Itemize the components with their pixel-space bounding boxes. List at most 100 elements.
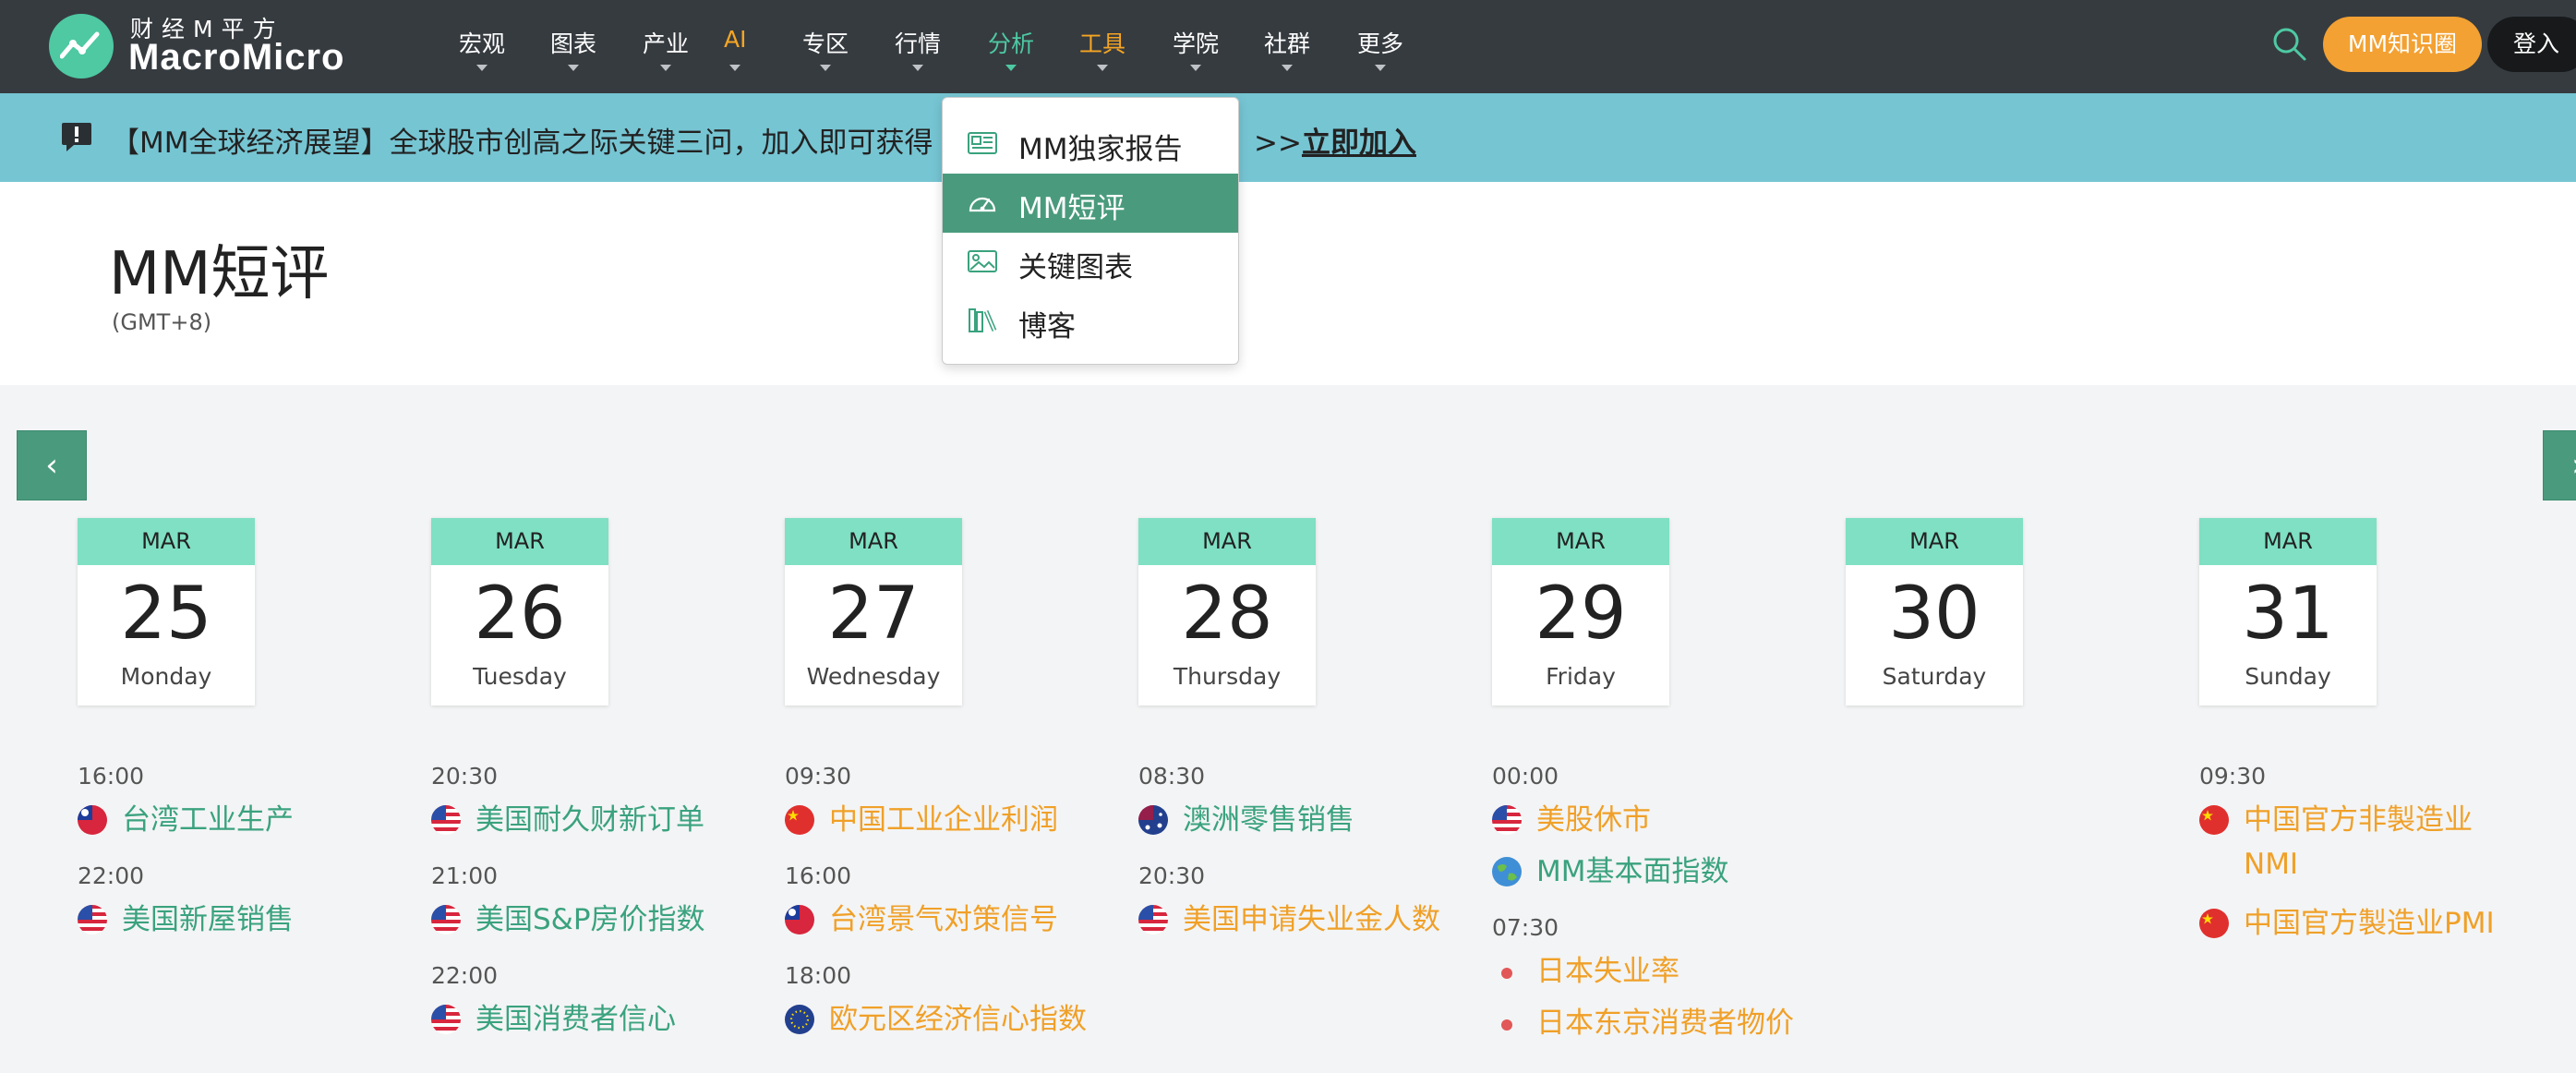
event-time: 22:00	[78, 862, 145, 889]
nav-item-10[interactable]: 更多	[1357, 26, 1404, 71]
caret-down-icon	[820, 65, 831, 71]
date-card[interactable]: MAR 25 Monday	[78, 518, 255, 705]
date-card[interactable]: MAR 26 Tuesday	[431, 518, 608, 705]
analysis-dropdown-menu: MM独家报告 MM短评 关键图表 博客	[942, 97, 1239, 365]
caret-down-icon	[1005, 65, 1017, 71]
nav-item-3[interactable]: AI	[724, 26, 747, 71]
event-name: 美国消费者信心	[475, 1003, 676, 1036]
date-month: MAR	[78, 518, 255, 565]
dropdown-item-3[interactable]: 博客	[943, 292, 1238, 351]
us-flag-icon	[431, 905, 461, 934]
nav-item-7[interactable]: 工具	[1079, 26, 1125, 71]
date-month: MAR	[785, 518, 962, 565]
nav-item-5[interactable]: 行情	[895, 26, 941, 71]
event-name: 中国官方製造业PMI	[2244, 907, 2495, 940]
globe-flag-icon	[1492, 857, 1522, 886]
login-button[interactable]: 登入	[2487, 17, 2576, 72]
prev-week-button[interactable]: ‹	[17, 430, 87, 500]
macromicro-logo[interactable]: 财经M平方 MacroMicro	[49, 9, 363, 83]
newspaper-icon	[967, 129, 998, 159]
event-name: 中国官方非製造业 NMI	[2244, 803, 2473, 881]
nav-label: 宏观	[459, 30, 506, 57]
event-name: 欧元区经济信心指数	[829, 1003, 1087, 1036]
date-day: 31	[2242, 573, 2334, 656]
page-header: MM短评 (GMT+8)	[0, 182, 2576, 385]
date-day: 29	[1535, 573, 1627, 656]
date-card[interactable]: MAR 30 Saturday	[1846, 518, 2023, 705]
alert-message-icon	[62, 123, 91, 151]
us-flag-icon	[1138, 905, 1168, 934]
nav-label: 更多	[1357, 30, 1404, 57]
date-card[interactable]: MAR 28 Thursday	[1138, 518, 1316, 705]
caret-down-icon	[568, 65, 579, 71]
dropdown-item-1[interactable]: MM短评	[943, 174, 1238, 233]
japan-dot-icon	[1501, 968, 1512, 979]
dropdown-item-0[interactable]: MM独家报告	[943, 115, 1238, 174]
mm-knowledge-button[interactable]: MM知识圈	[2323, 17, 2482, 72]
date-day: 27	[827, 573, 920, 656]
event-time: 09:30	[2199, 763, 2267, 790]
date-card[interactable]: MAR 31 Sunday	[2199, 518, 2377, 705]
nav-item-1[interactable]: 图表	[550, 26, 597, 71]
page-title: MM短评	[109, 240, 330, 308]
date-card[interactable]: MAR 29 Friday	[1492, 518, 1669, 705]
event-name: 美国申请失业金人数	[1183, 903, 1440, 936]
logo-en-text: MacroMicro	[128, 37, 345, 78]
gauge-icon	[967, 188, 998, 218]
date-weekday: Wednesday	[806, 663, 941, 690]
date-day: 30	[1888, 573, 1980, 656]
nav-label: 图表	[550, 30, 597, 57]
cn-flag-icon	[2199, 909, 2229, 938]
date-weekday: Thursday	[1173, 663, 1282, 690]
dropdown-item-label: MM独家报告	[1018, 133, 1183, 166]
us-flag-icon	[1492, 805, 1522, 835]
date-month: MAR	[1492, 518, 1669, 565]
event-name: 台湾工业生产	[122, 803, 294, 837]
event-time: 18:00	[785, 962, 852, 989]
nav-item-0[interactable]: 宏观	[459, 26, 506, 71]
date-month: MAR	[431, 518, 608, 565]
search-icon[interactable]	[2271, 26, 2308, 63]
event-time: 09:30	[785, 763, 852, 790]
nav-label: 产业	[643, 30, 690, 57]
caret-down-icon	[476, 65, 488, 71]
date-month: MAR	[2199, 518, 2377, 565]
date-weekday: Friday	[1546, 663, 1616, 690]
date-card[interactable]: MAR 27 Wednesday	[785, 518, 962, 705]
timezone-label: (GMT+8)	[112, 309, 212, 335]
event-time: 20:30	[431, 763, 499, 790]
nav-item-8[interactable]: 学院	[1173, 26, 1219, 71]
logo-chart-icon	[49, 14, 114, 78]
date-day: 28	[1181, 573, 1273, 656]
event-name: MM基本面指数	[1536, 855, 1729, 888]
event-name: 美国新屋销售	[122, 903, 294, 936]
caret-down-icon	[660, 65, 671, 71]
event-time: 08:30	[1138, 763, 1206, 790]
nav-label: 分析	[988, 30, 1035, 57]
nav-label: AI	[724, 26, 747, 53]
event-name: 澳洲零售销售	[1183, 803, 1354, 837]
banner-join-link[interactable]: >>立即加入	[1254, 119, 1416, 161]
us-flag-icon	[78, 905, 107, 934]
date-weekday: Monday	[120, 663, 212, 690]
link-prefix: >>	[1254, 127, 1302, 160]
caret-down-icon	[912, 65, 923, 71]
cn-flag-icon	[785, 805, 814, 835]
nav-item-2[interactable]: 产业	[643, 26, 690, 71]
nav-item-4[interactable]: 专区	[802, 26, 849, 71]
banner-text: 【MM全球经济展望】全球股市创高之际关键三问，加入即可获得	[111, 127, 933, 160]
nav-item-6[interactable]: 分析	[988, 26, 1035, 71]
cn-flag-icon	[2199, 805, 2229, 835]
top-navbar: 财经M平方 MacroMicro 宏观 图表 产业 AI 专区 行情 分析 工具 学院 社群 更多 …	[0, 0, 2576, 93]
date-day: 26	[474, 573, 566, 656]
dropdown-item-2[interactable]: 关键图表	[943, 233, 1238, 292]
nav-item-9[interactable]: 社群	[1264, 26, 1310, 71]
date-month: MAR	[1846, 518, 2023, 565]
caret-down-icon	[1097, 65, 1108, 71]
caret-down-icon	[1190, 65, 1201, 71]
event-time: 22:00	[431, 962, 499, 989]
next-week-button[interactable]: ›	[2543, 430, 2576, 500]
join-now-text: 立即加入	[1301, 127, 1416, 160]
event-time: 20:30	[1138, 862, 1206, 889]
tw-flag-icon	[785, 905, 814, 934]
